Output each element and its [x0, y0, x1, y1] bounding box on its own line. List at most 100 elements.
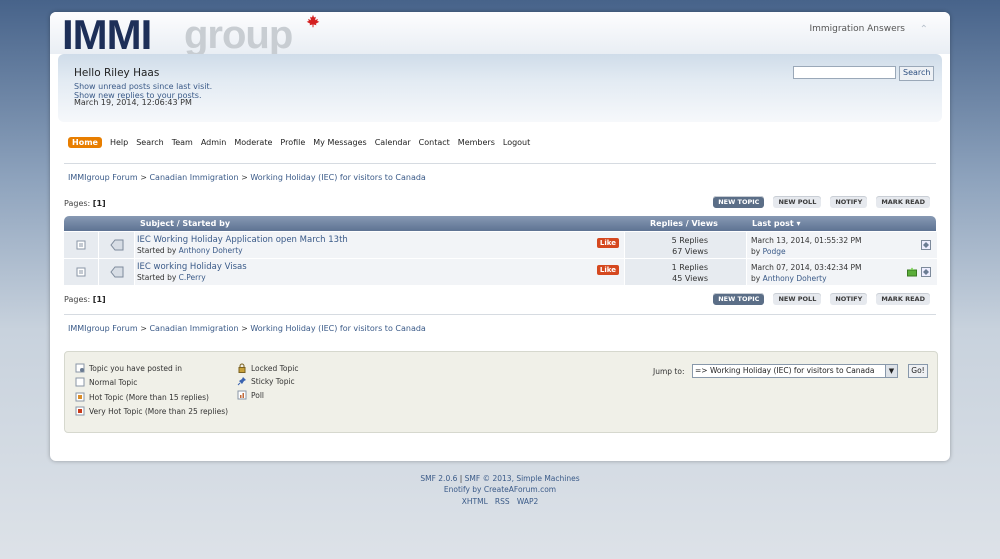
forum-container: IMMI group Immigration Answers ⌃ Hello R…	[50, 12, 950, 461]
legend-hot-label: Hot Topic (More than 15 replies)	[89, 392, 209, 402]
row-stats-cell: 5 Replies 67 Views	[624, 232, 746, 258]
maple-leaf-icon	[306, 14, 320, 28]
menu-help[interactable]: Help	[110, 138, 128, 147]
menu-search[interactable]: Search	[136, 138, 163, 147]
legend-very-hot-label: Very Hot Topic (More than 25 replies)	[89, 406, 229, 416]
page-current[interactable]: [1]	[93, 295, 106, 304]
topic-title-link[interactable]: IEC working Holiday Visas	[137, 262, 247, 272]
lock-icon	[238, 363, 246, 373]
menu-moderate[interactable]: Moderate	[234, 138, 272, 147]
breadcrumb-separator: >	[140, 324, 147, 333]
pagination-bottom: Pages: [1]	[64, 295, 106, 304]
user-panel: Hello Riley Haas Show unread posts since…	[58, 54, 942, 122]
legend-posted-in-label: Topic you have posted in	[89, 363, 182, 373]
divider	[64, 314, 936, 315]
row-stats-cell: 1 Replies 45 Views	[624, 259, 746, 285]
started-by-label: Started by	[137, 273, 177, 282]
collapse-header-icon[interactable]: ⌃	[920, 24, 928, 35]
current-datetime: March 19, 2014, 12:06:43 PM	[74, 98, 192, 107]
legend-very-hot: Very Hot Topic (More than 25 replies)	[75, 406, 228, 416]
breadcrumb-category[interactable]: Canadian Immigration	[149, 324, 238, 333]
forum-title: Immigration Answers	[809, 24, 905, 34]
poll-icon	[237, 390, 247, 400]
jump-selected-value: => Working Holiday (IEC) for visitors to…	[695, 366, 875, 375]
row-type-cell	[98, 259, 135, 285]
new-poll-button[interactable]: NEW POLL	[773, 196, 822, 208]
logo-group[interactable]: group	[184, 14, 293, 56]
search-button[interactable]: Search	[899, 66, 935, 81]
row-subject-cell: IEC Working Holiday Application open Mar…	[134, 232, 624, 258]
footer-line-3: XHTML RSS WAP2	[0, 497, 1000, 506]
action-buttons-bottom: NEW TOPIC NEW POLL NOTIFY MARK READ	[713, 293, 930, 305]
menu-logout[interactable]: Logout	[503, 138, 530, 147]
reply-count: 5 Replies	[671, 236, 708, 245]
breadcrumb-forum[interactable]: IMMIgroup Forum	[68, 173, 138, 182]
normal-topic-icon	[76, 240, 86, 250]
last-post-icon[interactable]	[921, 240, 931, 250]
very-hot-topic-icon	[75, 406, 85, 416]
pages-label: Pages:	[64, 199, 91, 208]
view-count: 67 Views	[672, 247, 708, 256]
like-button[interactable]: Like	[596, 265, 619, 275]
breadcrumb-separator: >	[241, 173, 248, 182]
smf-version-link[interactable]: SMF 2.0.6	[420, 474, 457, 483]
like-button[interactable]: Like	[596, 238, 619, 248]
rss-link[interactable]: RSS	[495, 497, 510, 506]
last-post-date: March 07, 2014, 03:42:34 PM	[751, 263, 862, 272]
xhtml-link[interactable]: XHTML	[462, 497, 488, 506]
legend-hot: Hot Topic (More than 15 replies)	[75, 392, 209, 402]
normal-topic-icon	[76, 267, 86, 277]
new-poll-button[interactable]: NEW POLL	[773, 293, 822, 305]
reply-view-stats: 1 Replies 45 Views	[672, 262, 708, 284]
topic-author-link[interactable]: Anthony Doherty	[179, 246, 243, 255]
breadcrumb-category[interactable]: Canadian Immigration	[149, 173, 238, 182]
table-row: IEC working Holiday Visas Started by C.P…	[64, 259, 937, 286]
menu-my-messages[interactable]: My Messages	[313, 138, 366, 147]
topic-author-link[interactable]: C.Perry	[179, 273, 206, 282]
menu-contact[interactable]: Contact	[419, 138, 450, 147]
menu-calendar[interactable]: Calendar	[375, 138, 411, 147]
enotify-link[interactable]: Enotify by CreateAForum.com	[444, 485, 556, 494]
last-post-date: March 13, 2014, 01:55:32 PM	[751, 236, 862, 245]
menu-admin[interactable]: Admin	[201, 138, 227, 147]
new-topic-button[interactable]: NEW TOPIC	[713, 293, 765, 305]
last-poster-link[interactable]: Podge	[763, 247, 786, 256]
menu-home[interactable]: Home	[68, 136, 102, 148]
last-poster-link[interactable]: Anthony Doherty	[763, 274, 827, 283]
main-menu: Home Help Search Team Admin Moderate Pro…	[68, 135, 538, 149]
smf-copyright-link[interactable]: SMF © 2013, Simple Machines	[465, 474, 580, 483]
by-label: by	[751, 274, 761, 283]
search-input[interactable]	[793, 66, 896, 79]
breadcrumb-board[interactable]: Working Holiday (IEC) for visitors to Ca…	[250, 324, 426, 333]
col-subject[interactable]: Subject / Started by	[140, 219, 230, 228]
col-replies[interactable]: Replies / Views	[650, 219, 718, 228]
menu-members[interactable]: Members	[458, 138, 495, 147]
page-current[interactable]: [1]	[93, 199, 106, 208]
menu-team[interactable]: Team	[172, 138, 193, 147]
row-lastpost-cell: March 07, 2014, 03:42:34 PM by Anthony D…	[746, 259, 937, 285]
row-type-cell	[98, 232, 135, 258]
breadcrumb-separator: >	[241, 324, 248, 333]
logo-immi[interactable]: IMMI	[62, 14, 152, 56]
chevron-down-icon[interactable]: ▼	[885, 365, 897, 377]
mark-read-button[interactable]: MARK READ	[876, 293, 930, 305]
last-post-icon[interactable]	[921, 267, 931, 277]
breadcrumb-board[interactable]: Working Holiday (IEC) for visitors to Ca…	[250, 173, 426, 182]
col-lastpost[interactable]: Last post ▾	[752, 219, 801, 228]
menu-profile[interactable]: Profile	[280, 138, 305, 147]
topic-title-link[interactable]: IEC Working Holiday Application open Mar…	[137, 235, 348, 245]
unread-posts-link[interactable]: Show unread posts since last visit.	[74, 82, 212, 91]
wap2-link[interactable]: WAP2	[517, 497, 538, 506]
go-button[interactable]: Go!	[908, 364, 928, 378]
new-topic-button[interactable]: NEW TOPIC	[713, 196, 765, 208]
breadcrumb-forum[interactable]: IMMIgroup Forum	[68, 324, 138, 333]
mark-read-button[interactable]: MARK READ	[876, 196, 930, 208]
divider	[64, 163, 936, 164]
new-reply-icon[interactable]	[907, 267, 917, 277]
breadcrumb-separator: >	[140, 173, 147, 182]
notify-button[interactable]: NOTIFY	[830, 196, 868, 208]
topic-legend: Topic you have posted in Normal Topic Ho…	[64, 351, 938, 433]
table-row: IEC Working Holiday Application open Mar…	[64, 232, 937, 259]
jump-to-select[interactable]: => Working Holiday (IEC) for visitors to…	[692, 364, 898, 378]
notify-button[interactable]: NOTIFY	[830, 293, 868, 305]
